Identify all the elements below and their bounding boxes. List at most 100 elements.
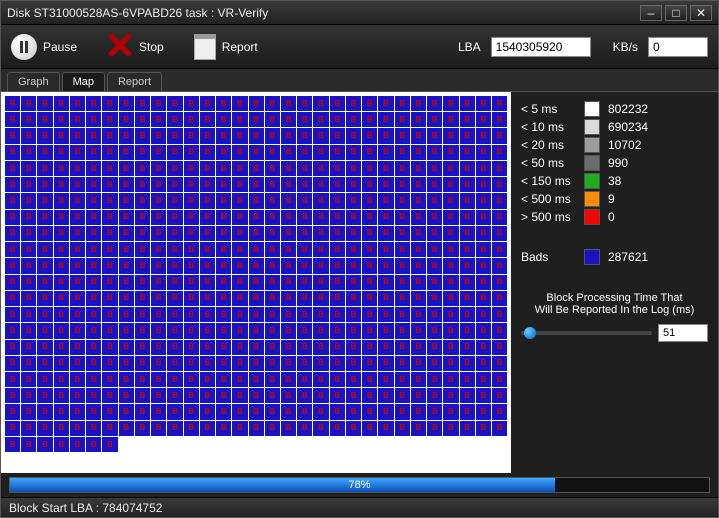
block-cell: B [411,323,426,338]
threshold-value[interactable] [658,324,708,342]
block-cell: B [54,161,69,176]
report-label: Report [222,40,258,54]
block-cell: B [86,242,101,257]
block-cell: B [151,145,166,160]
block-cell: B [362,291,377,306]
block-cell: B [378,161,393,176]
block-cell: B [281,210,296,225]
status-bar: Block Start LBA : 784074752 [1,497,718,517]
block-cell: B [102,437,117,452]
block-cell: B [216,275,231,290]
threshold-slider[interactable] [521,331,652,335]
block-cell: B [200,307,215,322]
block-cell: B [330,145,345,160]
block-cell: B [200,404,215,419]
block-cell: B [443,112,458,127]
block-cell: B [492,177,507,192]
legend-label: < 50 ms [521,156,576,170]
block-cell: B [330,356,345,371]
block-cell: B [151,258,166,273]
block-cell: B [21,404,36,419]
block-cell: B [346,128,361,143]
block-cell: B [37,421,52,436]
tab-graph[interactable]: Graph [7,72,60,91]
block-cell: B [346,210,361,225]
block-cell: B [119,275,134,290]
block-cell: B [249,226,264,241]
block-cell: B [70,161,85,176]
legend-row: < 500 ms9 [521,190,708,208]
block-cell: B [167,193,182,208]
block-cell: B [54,437,69,452]
block-cell: B [37,210,52,225]
block-cell: B [330,307,345,322]
block-cell: B [395,177,410,192]
block-cell: B [21,307,36,322]
block-cell: B [460,421,475,436]
block-cell: B [460,356,475,371]
block-cell: B [86,404,101,419]
block-cell: B [281,145,296,160]
block-cell: B [476,340,491,355]
block-cell: B [216,404,231,419]
block-cell: B [281,177,296,192]
tab-map[interactable]: Map [62,72,105,91]
block-cell: B [135,145,150,160]
block-cell: B [86,388,101,403]
block-cell: B [492,258,507,273]
stop-button[interactable]: Stop [107,32,164,61]
block-cell: B [70,177,85,192]
block-cell: B [443,242,458,257]
block-cell: B [460,275,475,290]
slider-thumb[interactable] [524,327,536,339]
block-cell: B [102,421,117,436]
block-cell: B [119,291,134,306]
block-cell: B [135,177,150,192]
block-cell: B [232,210,247,225]
block-cell: B [330,193,345,208]
block-cell: B [362,356,377,371]
block-cell: B [346,177,361,192]
block-cell: B [102,404,117,419]
lba-label: LBA [458,40,481,54]
block-cell: B [378,145,393,160]
pause-button[interactable]: Pause [11,34,77,60]
block-cell: B [119,340,134,355]
block-cell: B [297,226,312,241]
minimize-button[interactable]: – [640,5,662,21]
block-cell: B [362,112,377,127]
block-cell: B [200,242,215,257]
block-cell: B [21,275,36,290]
block-cell: B [395,275,410,290]
block-cell: B [313,258,328,273]
tab-report[interactable]: Report [107,72,162,91]
block-cell: B [492,291,507,306]
block-cell: B [151,372,166,387]
block-cell: B [330,323,345,338]
kbs-field[interactable] [648,37,708,57]
block-cell: B [265,226,280,241]
block-cell: B [102,145,117,160]
block-cell: B [216,356,231,371]
block-cell: B [102,226,117,241]
block-cell: B [395,372,410,387]
block-cell: B [443,421,458,436]
report-button[interactable]: Report [194,34,258,60]
slider-section: Block Processing Time That Will Be Repor… [521,292,708,342]
block-cell: B [37,291,52,306]
block-cell: B [249,323,264,338]
block-cell: B [184,145,199,160]
lba-field[interactable] [491,37,591,57]
block-cell: B [200,177,215,192]
block-cell: B [200,226,215,241]
block-cell: B [151,404,166,419]
block-cell: B [184,340,199,355]
maximize-button[interactable]: □ [665,5,687,21]
block-cell: B [135,226,150,241]
close-button[interactable]: ✕ [690,5,712,21]
block-cell: B [460,128,475,143]
block-cell: B [86,356,101,371]
block-cell: B [167,112,182,127]
block-cell: B [362,323,377,338]
block-cell: B [102,210,117,225]
